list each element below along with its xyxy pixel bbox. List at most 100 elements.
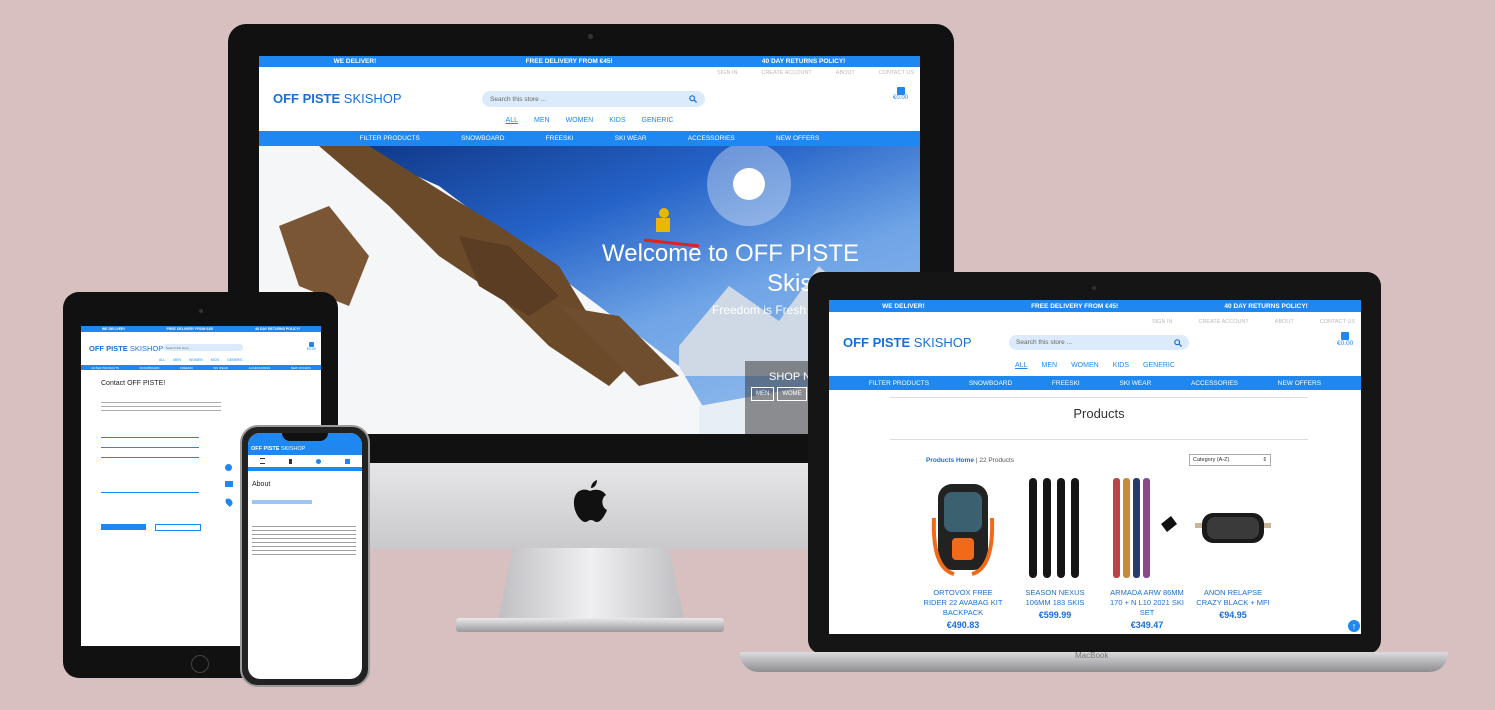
banner-item: 40 DAY RETURNS POLICY! — [255, 327, 301, 331]
page-title: Products — [1073, 406, 1125, 421]
logo-bold: OFF PISTE — [273, 91, 341, 106]
product-card[interactable]: ORTOVOX FREE RIDER 22 AVABAG KIT BACKPAC… — [921, 588, 1005, 630]
nav-snowboard[interactable]: SNOWBOARD — [969, 380, 1012, 387]
about-link-text[interactable] — [252, 500, 312, 504]
site-logo[interactable]: OFF PISTE SKISHOP — [273, 91, 402, 106]
basket[interactable]: €0.00 — [893, 87, 908, 101]
product-card[interactable]: ARMADA ARW 86MM 170 + N L10 2021 SKI SET… — [1105, 588, 1189, 630]
full-name-field[interactable] — [101, 430, 199, 438]
imac-camera — [588, 34, 593, 39]
sort-select[interactable]: Category (A-Z) ⇕ — [1189, 454, 1271, 466]
contact-link[interactable]: CONTACT US — [1320, 319, 1355, 327]
category-women[interactable]: WOMEN — [566, 117, 594, 124]
divider — [890, 439, 1308, 440]
basket[interactable]: €0.00 — [1337, 332, 1353, 347]
sort-selected-value: Category (A-Z) — [1193, 457, 1230, 463]
category-kids[interactable]: KIDS — [609, 117, 625, 124]
message-field[interactable] — [101, 462, 199, 493]
about-link[interactable]: ABOUT — [836, 70, 855, 79]
sign-in-link[interactable]: SIGN IN — [717, 70, 737, 79]
product-card[interactable]: SEASON NEXUS 106MM 183 SKIS €599.99 — [1015, 588, 1095, 620]
account-icon[interactable] — [316, 458, 321, 464]
logo-bold: OFF PISTE — [251, 446, 280, 452]
category-men[interactable]: MEN — [1042, 362, 1058, 369]
main-nav: FILTER PRODUCTS SNOWBOARD FREESKI SKI WE… — [829, 376, 1361, 390]
nav-new-offers[interactable]: NEW OFFERS — [1278, 380, 1321, 387]
nav-accessories[interactable]: ACCESSORIES — [688, 135, 735, 142]
nav-new-offers[interactable]: NEW OFFERS — [776, 135, 819, 142]
product-price: €599.99 — [1038, 610, 1072, 620]
banner-item: FREE DELIVERY FROM €45! — [1031, 302, 1119, 310]
info-icon[interactable] — [289, 458, 292, 464]
about-title: About — [252, 481, 271, 488]
phone-logo[interactable]: OFF PISTE SKISHOP — [251, 446, 305, 452]
contact-link[interactable]: CONTACT US — [879, 70, 914, 79]
menu-icon[interactable] — [260, 458, 265, 464]
search-icon[interactable] — [1174, 338, 1182, 347]
back-button[interactable] — [155, 524, 201, 531]
shop-men-button[interactable]: MEN — [751, 387, 775, 401]
search-input[interactable]: Search this store ... — [1009, 335, 1189, 350]
nav-ski-wear[interactable]: SKI WEAR — [615, 135, 647, 142]
category-kids[interactable]: KIDS — [1113, 362, 1129, 369]
category-all[interactable]: ALL — [159, 358, 165, 362]
nav-snowboard[interactable]: SNOWBOARD — [140, 366, 160, 370]
account-links: SIGN IN CREATE ACCOUNT ABOUT CONTACT US — [259, 67, 920, 79]
nav-filter-products[interactable]: FILTER PRODUCTS — [869, 380, 929, 387]
back-to-top-arrow-icon[interactable]: ↑ — [1348, 620, 1360, 632]
logo-bold: OFF PISTE — [843, 335, 911, 350]
chevron-updown-icon: ⇕ — [1262, 457, 1267, 463]
nav-snowboard[interactable]: SNOWBOARD — [461, 135, 504, 142]
tablet-home-button — [191, 655, 209, 673]
category-generic[interactable]: GENERIC — [642, 117, 674, 124]
search-placeholder: Search this store ... — [166, 345, 192, 350]
category-generic[interactable]: GENERIC — [227, 358, 243, 362]
category-all[interactable]: ALL — [506, 117, 518, 124]
product-name: ORTOVOX FREE RIDER 22 AVABAG KIT BACKPAC… — [923, 588, 1003, 617]
phone-screen: OFF PISTE SKISHOP About — [248, 433, 362, 679]
category-generic[interactable]: GENERIC — [1143, 362, 1175, 369]
basket-total: €0.00 — [1337, 340, 1354, 347]
shopping-bag-icon[interactable] — [345, 458, 350, 464]
nav-freeski[interactable]: FREESKI — [1052, 380, 1080, 387]
tablet-category-nav: ALL MEN WOMEN KIDS GENERIC — [81, 358, 321, 362]
nav-freeski[interactable]: FREESKI — [180, 366, 193, 370]
nav-filter-products[interactable]: FILTER PRODUCTS — [360, 135, 420, 142]
phone-field[interactable] — [101, 450, 199, 458]
create-account-link[interactable]: CREATE ACCOUNT — [1198, 319, 1248, 327]
search-input[interactable]: Search this store ... — [482, 91, 705, 107]
nav-ski-wear[interactable]: SKI WEAR — [213, 366, 228, 370]
nav-new-offers[interactable]: NEW OFFERS — [291, 366, 311, 370]
nav-filter-products[interactable]: FILTER PRODUCTS — [91, 366, 119, 370]
send-button[interactable] — [101, 524, 146, 530]
category-men[interactable]: MEN — [173, 358, 181, 362]
category-men[interactable]: MEN — [534, 117, 550, 124]
category-women[interactable]: WOMEN — [1071, 362, 1099, 369]
email-field[interactable] — [101, 440, 199, 448]
product-image-ski-set — [1113, 478, 1177, 578]
nav-freeski[interactable]: FREESKI — [546, 135, 574, 142]
nav-ski-wear[interactable]: SKI WEAR — [1119, 380, 1151, 387]
tablet-logo[interactable]: OFF PISTE SKISHOP — [89, 344, 163, 353]
search-icon[interactable] — [689, 95, 697, 103]
category-kids[interactable]: KIDS — [211, 358, 219, 362]
category-all[interactable]: ALL — [1015, 362, 1027, 369]
product-price: €94.95 — [1219, 610, 1247, 620]
nav-accessories[interactable]: ACCESSORIES — [1191, 380, 1238, 387]
sign-in-link[interactable]: SIGN IN — [1152, 319, 1172, 327]
product-image-backpack — [931, 484, 995, 576]
about-link[interactable]: ABOUT — [1275, 319, 1294, 327]
tablet-search-input[interactable]: Search this store ... — [163, 344, 243, 351]
shop-women-button[interactable]: WOME — [777, 387, 807, 401]
phone-notch — [282, 433, 328, 441]
email-icon — [225, 481, 233, 487]
products-home-link[interactable]: Products Home — [926, 457, 974, 464]
product-card[interactable]: ANON RELAPSE CRAZY BLACK + MFI €94.95 — [1195, 588, 1271, 620]
site-logo[interactable]: OFF PISTE SKISHOP — [843, 335, 972, 350]
category-women[interactable]: WOMEN — [189, 358, 203, 362]
create-account-link[interactable]: CREATE ACCOUNT — [761, 70, 811, 79]
tablet-basket[interactable]: €0.00 — [307, 342, 316, 351]
about-body-text — [252, 523, 356, 557]
phone-icon — [225, 464, 232, 471]
nav-accessories[interactable]: ACCESSORIES — [249, 366, 271, 370]
